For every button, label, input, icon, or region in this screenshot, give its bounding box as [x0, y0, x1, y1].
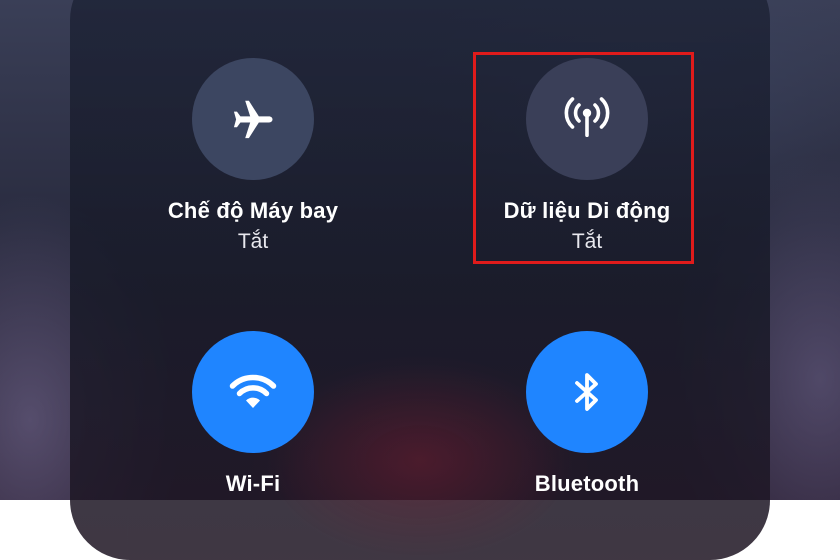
airplane-icon [233, 100, 273, 139]
bluetooth-toggle[interactable] [526, 331, 648, 453]
bluetooth-icon [575, 373, 598, 411]
highlight-box [473, 52, 694, 264]
bluetooth-tile[interactable]: Bluetooth [467, 331, 707, 497]
wifi-toggle[interactable] [192, 331, 314, 453]
airplane-mode-toggle[interactable] [192, 58, 314, 180]
airplane-mode-label: Chế độ Máy bay [167, 198, 339, 223]
airplane-mode-tile[interactable]: Chế độ Máy bay Tắt [133, 58, 373, 254]
airplane-mode-status: Tắt [237, 230, 269, 253]
wifi-icon [229, 374, 277, 408]
wifi-tile[interactable]: Wi-Fi [133, 331, 373, 497]
bluetooth-label: Bluetooth [534, 471, 640, 496]
wifi-label: Wi-Fi [225, 471, 281, 496]
